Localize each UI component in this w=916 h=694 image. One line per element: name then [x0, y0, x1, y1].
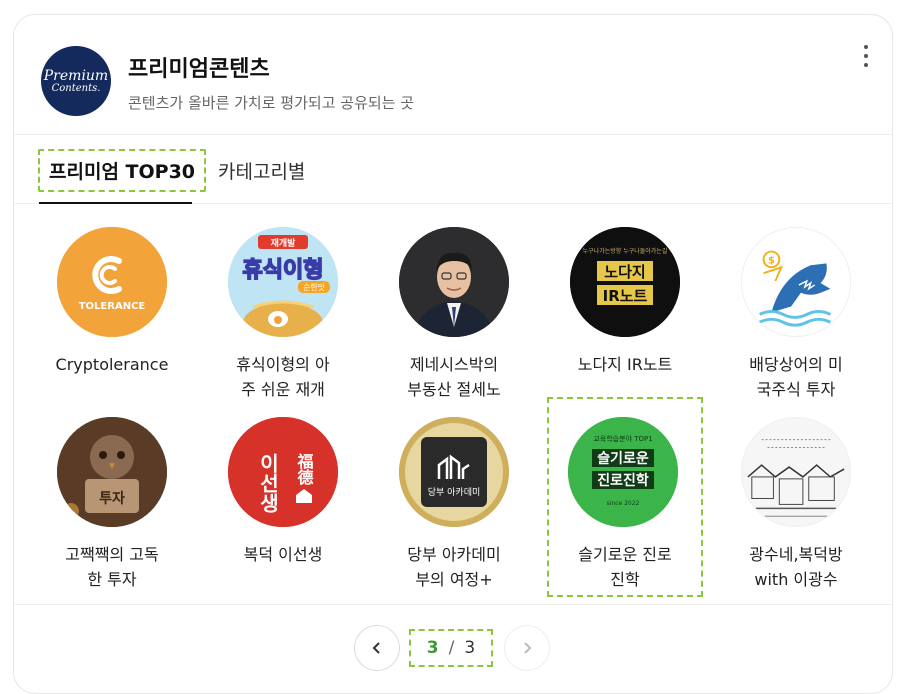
page-title: 프리미엄콘텐츠: [128, 57, 270, 82]
list-item-genesis-park[interactable]: 제네시스박의 부동산 절세노: [370, 205, 542, 399]
list-item-smart-career[interactable]: 교육학습분야 TOP1 슬기로운 진로진학 since 2022 슬기로운 진로…: [547, 397, 703, 597]
thumb-sub: 순한맛: [303, 282, 326, 292]
content-grid: TOLERANCE Cryptolerance 재개발 휴식이형 순한맛 휴식이…: [14, 205, 892, 605]
item-title: 고짹짹의 고독 한 투자: [65, 545, 159, 589]
pagination: 3 / 3: [354, 625, 554, 671]
dangbu-academy-thumbnail: 당부 아카데미: [399, 417, 509, 527]
tab-label: 카테고리별: [218, 160, 306, 183]
tab-category[interactable]: 카테고리별: [218, 136, 305, 204]
thumb-text: 휴식이형: [243, 258, 324, 283]
active-tab-underline: [39, 202, 192, 204]
thumb-sub: since 2022: [607, 500, 640, 507]
page-subtitle: 콘텐츠가 올바른 가치로 평가되고 공유되는 곳: [128, 94, 415, 112]
tab-label: 프리미엄 TOP30: [38, 148, 207, 192]
thumb-text: 투자: [99, 491, 125, 507]
cryptolerance-thumbnail: TOLERANCE: [57, 227, 167, 337]
item-title: 복덕 이선생: [243, 545, 323, 564]
genesis-park-thumbnail: [399, 227, 509, 337]
premium-contents-card: Premium Contents. 프리미엄콘텐츠 콘텐츠가 올바른 가치로 평…: [13, 14, 893, 694]
card-header: Premium Contents. 프리미엄콘텐츠 콘텐츠가 올바른 가치로 평…: [14, 15, 892, 135]
item-title: 노다지 IR노트: [577, 355, 673, 374]
dividend-shark-thumbnail: $: [741, 227, 851, 337]
item-title: 광수네,복덕방 with 이광수: [749, 545, 843, 589]
list-item-rest-brother[interactable]: 재개발 휴식이형 순한맛 휴식이형의 아 주 쉬운 재개: [199, 205, 371, 399]
total-pages: 3: [464, 638, 476, 658]
page-separator: /: [448, 638, 455, 658]
gojjakjjak-thumbnail: 투자: [57, 417, 167, 527]
thumb-text2: 진로진학: [597, 472, 649, 489]
thumb-top: 누구나가는방향 누구나돌아가는길: [583, 247, 668, 255]
thumb-badge: 재개발: [271, 237, 297, 249]
bokdeok-thumbnail: 이선생 福德: [228, 417, 338, 527]
thumb-text: 당부 아카데미: [428, 487, 481, 498]
list-item-dividend-shark[interactable]: $ 배당상어의 미 국주식 투자: [712, 205, 884, 399]
tab-bar: 프리미엄 TOP30 카테고리별: [14, 136, 892, 204]
list-item-gojjakjjak[interactable]: 투자 고짹짹의 고독 한 투자: [28, 395, 200, 589]
thumb-text: TOLERANCE: [79, 301, 146, 312]
gwangsu-thumbnail: [741, 417, 851, 527]
next-page-button[interactable]: [504, 625, 550, 671]
logo-line1: Premium: [43, 67, 109, 84]
current-page: 3: [426, 638, 439, 658]
prev-page-button[interactable]: [354, 625, 400, 671]
chevron-left-icon: [372, 642, 380, 654]
smart-career-thumbnail: 교육학습분야 TOP1 슬기로운 진로진학 since 2022: [568, 417, 678, 527]
item-title: Cryptolerance: [55, 355, 169, 374]
chevron-right-icon: [524, 642, 532, 654]
list-item-nodaji-ir[interactable]: 누구나가는방향 누구나돌아가는길 노다지 IR노트 노다지 IR노트: [541, 205, 713, 395]
rest-brother-thumbnail: 재개발 휴식이형 순한맛: [228, 227, 338, 337]
premium-contents-logo: Premium Contents.: [41, 46, 111, 116]
thumb-text2: 福德: [295, 452, 315, 486]
item-title: 슬기로운 진로 진학: [578, 545, 672, 589]
thumb-text: 슬기로운: [597, 451, 649, 467]
thumb-text: 노다지: [604, 263, 645, 281]
list-item-gwangsu[interactable]: 광수네,복덕방 with 이광수: [712, 395, 884, 589]
page-indicator: 3 / 3: [409, 629, 493, 667]
list-item-bokdeok[interactable]: 이선생 福德 복덕 이선생: [199, 395, 371, 585]
logo-line2: Contents.: [51, 82, 101, 94]
thumb-top: 교육학습분야 TOP1: [593, 434, 652, 443]
tab-premium-top30[interactable]: 프리미엄 TOP30: [28, 136, 216, 204]
list-item-cryptolerance[interactable]: TOLERANCE Cryptolerance: [28, 205, 200, 395]
item-title: 당부 아카데미 부의 여정+: [407, 545, 501, 589]
more-options-icon[interactable]: [857, 45, 875, 67]
svg-text:$: $: [768, 255, 775, 266]
nodaji-ir-thumbnail: 누구나가는방향 누구나돌아가는길 노다지 IR노트: [570, 227, 680, 337]
list-item-dangbu-academy[interactable]: 당부 아카데미 당부 아카데미 부의 여정+: [370, 395, 542, 589]
thumb-text2: IR노트: [603, 287, 648, 305]
thumb-text: 이선생: [256, 453, 280, 513]
